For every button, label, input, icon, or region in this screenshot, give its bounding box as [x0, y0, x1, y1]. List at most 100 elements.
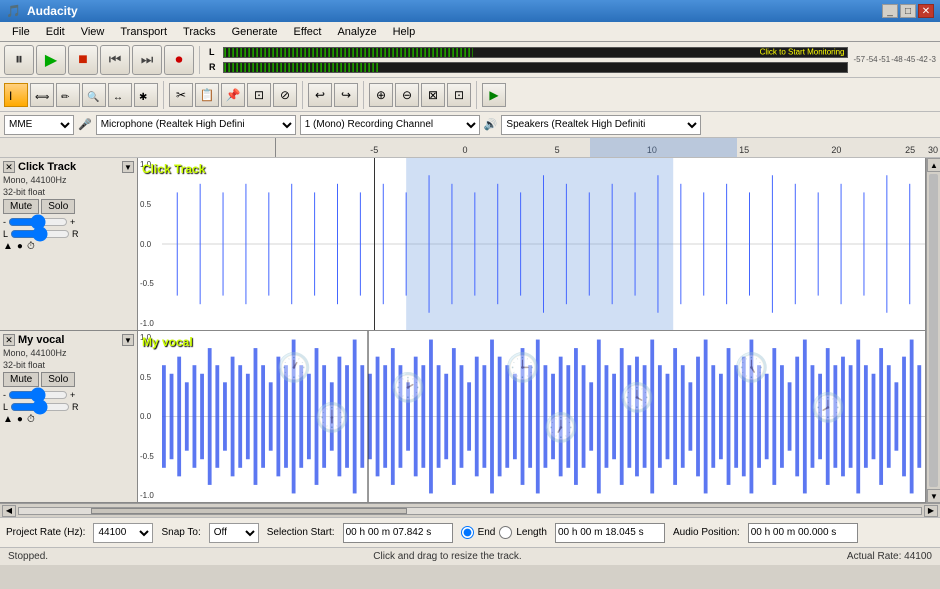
envelope-tool-button[interactable]: ⟺ [30, 83, 54, 107]
scroll-left-button[interactable]: ◀ [2, 505, 16, 517]
snap-to-select[interactable]: Off [209, 523, 259, 543]
vocal-menu-icon: ⏱ [27, 414, 35, 425]
vu-bar-l [224, 48, 473, 57]
vocal-track-gain-slider[interactable] [8, 391, 68, 399]
end-radio[interactable] [461, 526, 474, 539]
ruler-mark-30: 30 [928, 145, 938, 155]
project-rate-select[interactable]: 44100 [93, 523, 153, 543]
play-button[interactable]: ▶ [36, 45, 66, 75]
silence-button[interactable]: ⊘ [273, 83, 297, 107]
audio-position-input[interactable] [748, 523, 858, 543]
menu-view[interactable]: View [73, 24, 113, 40]
hint-label: Click and drag to resize the track. [373, 551, 521, 562]
vocal-pan-l: L [3, 402, 8, 412]
menu-help[interactable]: Help [385, 24, 424, 40]
zoom-fit-button[interactable]: ⊠ [421, 83, 445, 107]
play-at-speed-button[interactable]: ▶ [482, 83, 506, 107]
zoom-icon: 🔍 [87, 88, 101, 102]
click-track-gain-slider[interactable] [8, 218, 68, 226]
vocal-track-mute-button[interactable]: Mute [3, 372, 39, 387]
multi-tool-button[interactable]: ✱ [134, 83, 158, 107]
click-track-bottom: ▲ ● ⏱ [3, 241, 134, 252]
selection-end-input[interactable] [555, 523, 665, 543]
svg-text:✱: ✱ [139, 92, 147, 102]
trim-button[interactable]: ⊡ [247, 83, 271, 107]
channel-select[interactable]: 1 (Mono) Recording Channel [300, 115, 480, 135]
ruler-mark-5: 5 [555, 145, 560, 155]
hscroll-thumb[interactable] [91, 508, 407, 514]
vocal-track-mute-solo: Mute Solo [3, 372, 134, 387]
click-track-close-button[interactable]: ✕ [3, 161, 15, 173]
click-track-pan-slider[interactable] [10, 230, 70, 238]
menu-effect[interactable]: Effect [286, 24, 330, 40]
status-bar: Project Rate (Hz): 44100 Snap To: Off Se… [0, 517, 940, 547]
speaker-select[interactable]: Speakers (Realtek High Definiti [501, 115, 701, 135]
menu-edit[interactable]: Edit [38, 24, 73, 40]
menu-generate[interactable]: Generate [224, 24, 286, 40]
svg-text:🔍: 🔍 [87, 90, 99, 102]
close-button[interactable]: ✕ [918, 4, 934, 18]
click-track-solo-button[interactable]: Solo [41, 199, 75, 214]
menu-tracks[interactable]: Tracks [175, 24, 224, 40]
scroll-right-button[interactable]: ▶ [924, 505, 938, 517]
record-button[interactable]: ⏺ [164, 45, 194, 75]
length-radio[interactable] [499, 526, 512, 539]
tracks-area: ✕ Click Track ▼ Mono, 44100Hz 32-bit flo… [0, 158, 940, 503]
vocal-track-controls: ✕ My vocal ▼ Mono, 44100Hz 32-bit float … [0, 331, 138, 502]
click-track-waveform[interactable]: 1.0 0.5 0.0 -0.5 -1.0 [138, 158, 926, 330]
hscroll-track[interactable] [18, 507, 922, 515]
selection-start-input[interactable] [343, 523, 453, 543]
toolbar-separator-5 [476, 81, 477, 109]
select-tool-button[interactable]: I [4, 83, 28, 107]
ruler-inner: -5 0 5 10 15 20 25 30 [276, 138, 940, 157]
draw-tool-button[interactable]: ✏ [56, 83, 80, 107]
zoom-tool-button[interactable]: 🔍 [82, 83, 106, 107]
click-track-pan: L R [3, 229, 134, 239]
toolbar-separator-3 [302, 81, 303, 109]
toolbar-separator-4 [363, 81, 364, 109]
microphone-select[interactable]: Microphone (Realtek High Defini [96, 115, 296, 135]
scroll-down-button[interactable]: ▼ [927, 489, 940, 503]
zoom-sel-button[interactable]: ⊡ [447, 83, 471, 107]
vocal-track-pan: L R [3, 402, 134, 412]
redo-button[interactable]: ↪ [334, 83, 358, 107]
vocal-track-pan-slider[interactable] [10, 403, 70, 411]
minimize-button[interactable]: _ [882, 4, 898, 18]
copy-button[interactable]: 📋 [195, 83, 219, 107]
menu-analyze[interactable]: Analyze [329, 24, 384, 40]
maximize-button[interactable]: □ [900, 4, 916, 18]
vocal-pan-r: R [72, 402, 79, 412]
mono-icon: ● [17, 241, 23, 252]
undo-button[interactable]: ↩ [308, 83, 332, 107]
menu-file[interactable]: File [4, 24, 38, 40]
vocal-track-solo-button[interactable]: Solo [41, 372, 75, 387]
timeshift-tool-button[interactable]: ↔ [108, 83, 132, 107]
api-select[interactable]: MME [4, 115, 74, 135]
scroll-up-button[interactable]: ▲ [927, 158, 940, 172]
cut-button[interactable]: ✂ [169, 83, 193, 107]
vu-start-label[interactable]: Click to Start Monitoring [760, 48, 845, 57]
edit-toolbar: I ⟺ ✏ 🔍 ↔ ✱ ✂ 📋 📌 ⊡ ⊘ ↩ ↪ ⊕ ⊖ ⊠ ⊡ ▶ [0, 78, 940, 112]
vocal-track-waveform[interactable]: 1.0 0.5 0.0 -0.5 -1.0 [138, 331, 926, 502]
zoom-in-button[interactable]: ⊕ [369, 83, 393, 107]
skip-back-button[interactable]: ⏮ [100, 45, 130, 75]
stopped-label: Stopped. [8, 551, 48, 562]
stop-button[interactable]: ■ [68, 45, 98, 75]
menu-transport[interactable]: Transport [112, 24, 175, 40]
timeshift-icon: ↔ [113, 88, 127, 102]
vocal-track-close-button[interactable]: ✕ [3, 334, 15, 346]
svg-text:✏: ✏ [61, 92, 70, 102]
skip-forward-button[interactable]: ⏭ [132, 45, 162, 75]
transport-toolbar: ⏸ ▶ ■ ⏮ ⏭ ⏺ L Click to Start Monitoring … [0, 42, 940, 78]
snap-to-label: Snap To: [161, 527, 200, 538]
paste-button[interactable]: 📌 [221, 83, 245, 107]
vocal-track-menu-button[interactable]: ▼ [122, 334, 134, 346]
vocal-track-bottom: ▲ ● ⏱ [3, 414, 134, 425]
click-track-menu-button[interactable]: ▼ [122, 161, 134, 173]
click-track-mute-button[interactable]: Mute [3, 199, 39, 214]
scroll-thumb-v[interactable] [929, 174, 938, 487]
zoom-out-button[interactable]: ⊖ [395, 83, 419, 107]
actual-rate-label: Actual Rate: 44100 [847, 551, 932, 562]
pause-button[interactable]: ⏸ [4, 45, 34, 75]
menu-bar: File Edit View Transport Tracks Generate… [0, 22, 940, 42]
